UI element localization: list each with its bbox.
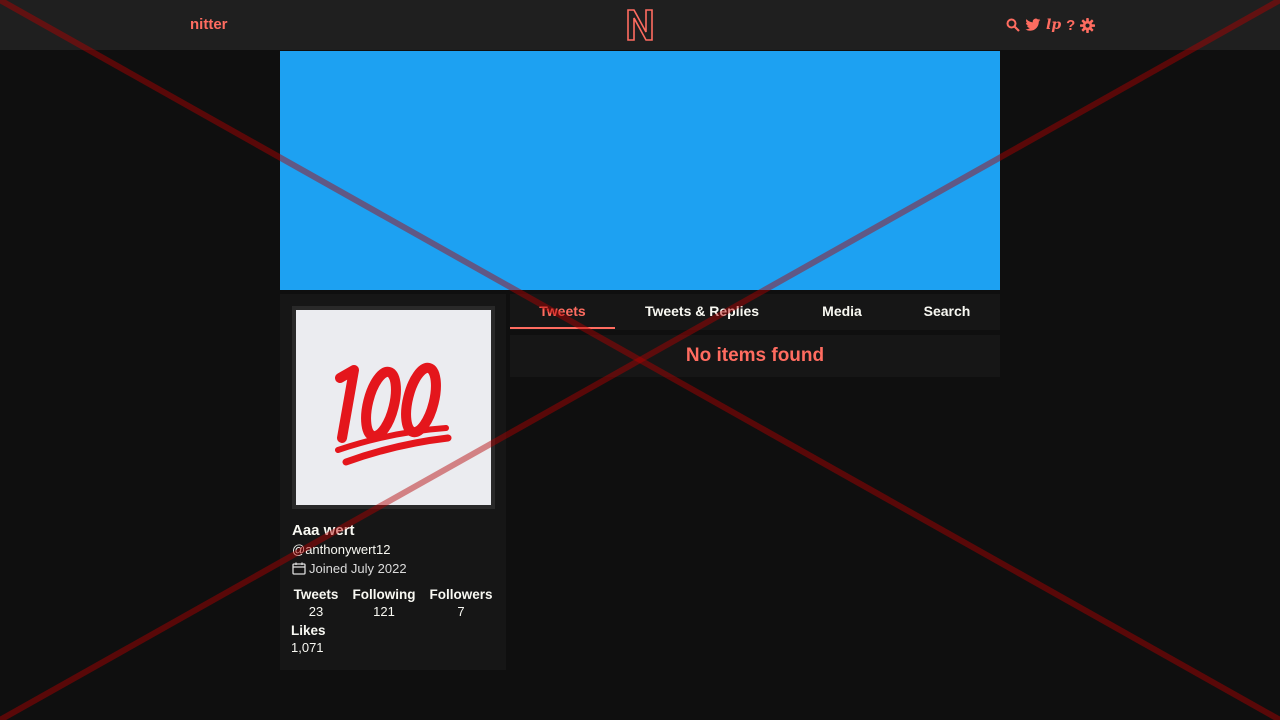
profile-card: Aaa wert @anthonywert12 Joined July 2022… xyxy=(280,294,506,670)
tab-media[interactable]: Media xyxy=(808,294,876,329)
stat-tweets-value: 23 xyxy=(308,604,324,619)
timeline-tabs: Tweets Tweets & Replies Media Search xyxy=(510,294,1000,330)
gear-icon[interactable] xyxy=(1080,15,1096,35)
avatar[interactable] xyxy=(292,306,495,509)
hundred-points-emoji-icon xyxy=(335,362,452,466)
stat-following-value: 121 xyxy=(373,604,395,619)
tab-tweets-replies[interactable]: Tweets & Replies xyxy=(640,294,764,329)
brand-link[interactable]: nitter xyxy=(190,0,228,50)
tab-tweets[interactable]: Tweets xyxy=(510,294,615,329)
stat-tweets[interactable]: Tweets 23 xyxy=(291,587,341,619)
stat-followers[interactable]: Followers 7 xyxy=(427,587,495,619)
nav-icon-group: lp ? xyxy=(1006,15,1096,35)
tab-search[interactable]: Search xyxy=(912,294,982,329)
timeline-empty-message: No items found xyxy=(510,335,1000,377)
calendar-icon xyxy=(292,562,306,575)
stat-tweets-label: Tweets xyxy=(293,587,339,602)
twitter-bird-icon[interactable] xyxy=(1025,15,1041,35)
profile-fullname[interactable]: Aaa wert xyxy=(292,522,355,539)
stat-following[interactable]: Following 121 xyxy=(349,587,419,619)
profile-joined-text: Joined July 2022 xyxy=(309,561,407,576)
stat-likes[interactable]: Likes 1,071 xyxy=(291,623,331,655)
stat-followers-label: Followers xyxy=(429,587,493,602)
profile-banner xyxy=(280,51,1000,290)
search-icon[interactable] xyxy=(1006,15,1020,35)
help-icon[interactable]: ? xyxy=(1066,15,1075,35)
lp-icon[interactable]: lp xyxy=(1046,15,1061,35)
stat-following-label: Following xyxy=(352,587,416,602)
stat-likes-value: 1,071 xyxy=(291,640,324,655)
profile-username[interactable]: @anthonywert12 xyxy=(292,542,390,557)
profile-joined: Joined July 2022 xyxy=(292,561,407,576)
nitter-logo-icon[interactable] xyxy=(626,8,654,42)
stat-likes-label: Likes xyxy=(291,623,326,638)
stat-followers-value: 7 xyxy=(457,604,465,619)
top-navbar: nitter lp ? xyxy=(0,0,1280,50)
